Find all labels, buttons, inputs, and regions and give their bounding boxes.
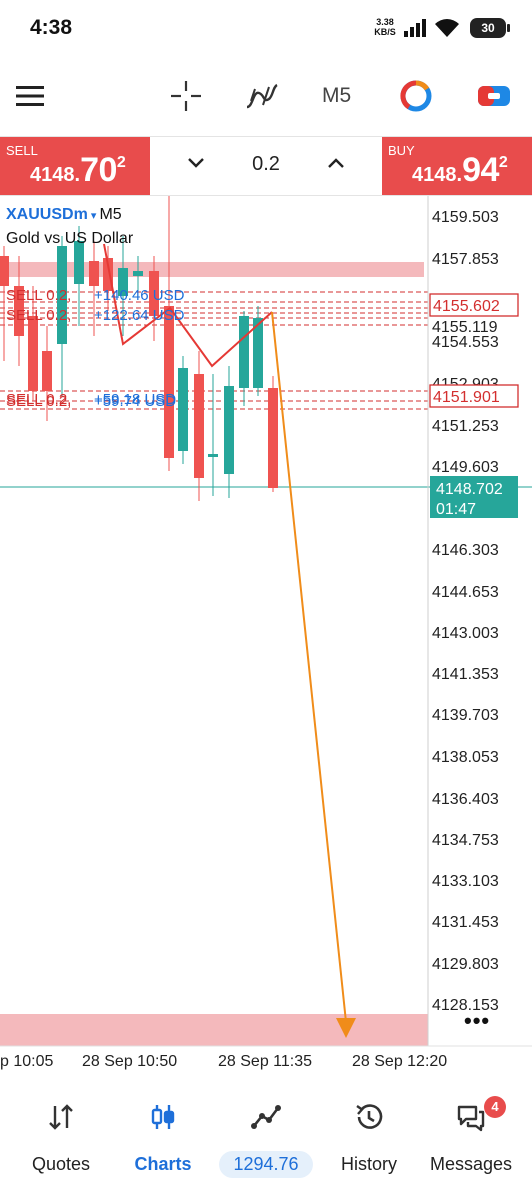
nav-messages-label: Messages — [429, 1154, 513, 1174]
messages-badge: 4 — [484, 1096, 506, 1118]
position-profit-label: +122.64 USD — [94, 307, 185, 324]
quotes-icon — [49, 1104, 73, 1130]
buy-price-sup: 2 — [498, 154, 508, 171]
bottom-navigation: Quotes Charts 1294.76 History 4 Messages — [0, 1086, 532, 1200]
buy-price: 4148.942 — [412, 151, 508, 190]
candle-bear — [268, 388, 278, 488]
price-axis-label: 4146.303 — [432, 542, 499, 559]
buy-price-main: 94 — [462, 151, 499, 189]
nav-history[interactable]: History — [316, 1098, 422, 1178]
order-price-label: 4155.602 — [433, 298, 500, 315]
charts-icon — [151, 1105, 175, 1129]
more-options-icon[interactable]: ••• — [464, 1008, 490, 1034]
price-axis-label: 4133.103 — [432, 873, 499, 890]
candle-bull — [239, 316, 249, 388]
network-speed-unit: KB/S — [374, 27, 396, 37]
nav-charts-label: Charts — [134, 1154, 192, 1174]
time-axis-label: 28 Sep 11:35 — [218, 1053, 312, 1070]
position-profit-label: +140.46 USD — [94, 287, 185, 304]
time-axis-label: 28 Sep 12:20 — [352, 1053, 447, 1070]
candle-bear — [0, 256, 9, 286]
lot-decrease-icon[interactable] — [184, 151, 208, 175]
candle-bear — [194, 374, 204, 478]
price-axis-label: 4139.703 — [432, 707, 499, 724]
candle-countdown-label: 01:47 — [436, 501, 476, 518]
chart-symbol: XAUUSDm — [6, 206, 88, 223]
price-axis-label: 4157.853 — [432, 251, 499, 268]
nav-history-label: History — [340, 1154, 397, 1174]
trade-equity-icon — [251, 1105, 281, 1129]
signal-icon — [404, 19, 426, 37]
network-speed-value: 3.38 — [376, 17, 394, 27]
price-axis-label: 4136.403 — [432, 791, 499, 808]
wifi-icon — [435, 19, 459, 37]
support-zone — [0, 1014, 428, 1046]
indicators-icon[interactable] — [244, 78, 280, 114]
projection-arrow — [271, 311, 347, 1023]
battery-icon: 30 — [470, 18, 510, 38]
price-axis-label: 4151.253 — [432, 418, 499, 435]
price-axis-label: 4129.803 — [432, 956, 499, 973]
crosshair-icon[interactable] — [168, 78, 204, 114]
lot-size-input[interactable]: 0.2 — [230, 153, 302, 176]
trade-icon[interactable] — [476, 78, 512, 114]
nav-charts[interactable]: Charts — [110, 1098, 216, 1178]
hamburger-menu-icon[interactable] — [12, 78, 48, 114]
one-click-trading-panel: SELL 4148.702 0.2 BUY 4148.942 — [0, 136, 532, 196]
chart-symbol-description: Gold vs US Dollar — [6, 230, 134, 247]
history-icon — [356, 1104, 383, 1129]
order-price-label: 4151.901 — [433, 389, 500, 406]
sell-price-sup: 2 — [116, 154, 126, 171]
color-scheme-icon[interactable] — [398, 78, 434, 114]
price-axis-label: 4154.553 — [432, 334, 499, 351]
candle-bear — [42, 351, 52, 391]
price-chart[interactable]: SELL 0.2, +140.46 USD SELL 0.2, +122.64 USD… — [0, 196, 532, 1082]
buy-button[interactable]: BUY 4148.942 — [382, 137, 532, 195]
sell-price-prefix: 4148. — [30, 164, 81, 186]
sell-button[interactable]: SELL 4148.702 — [0, 137, 150, 195]
candle-bear — [28, 316, 38, 391]
status-bar: 4:38 3.38 KB/S 30 — [0, 0, 532, 56]
candle-bull — [178, 368, 188, 451]
position-profit-label: +59.74 USD — [94, 393, 176, 410]
price-axis-label: 4149.603 — [432, 459, 499, 476]
price-axis-label: 4138.053 — [432, 749, 499, 766]
equity-value: 1294.76 — [219, 1151, 313, 1178]
price-axis-label: 4143.003 — [432, 625, 499, 642]
timeframe-selector[interactable]: M5 — [322, 84, 351, 108]
price-axis-label: 4144.653 — [432, 584, 499, 601]
position-side-label: SELL 0.2, — [6, 307, 71, 324]
chart-symbol-title[interactable]: XAUUSDm ▾ M5 — [6, 206, 122, 224]
candle-bull — [133, 271, 143, 276]
price-axis-label: 4141.353 — [432, 666, 499, 683]
messages-icon — [457, 1105, 485, 1132]
status-time: 4:38 — [30, 16, 73, 39]
chart-timeframe: M5 — [99, 206, 122, 223]
nav-messages[interactable]: 4 Messages — [418, 1096, 524, 1178]
sell-price: 4148.702 — [30, 151, 126, 190]
buy-price-prefix: 4148. — [412, 164, 463, 186]
candle-bull — [208, 454, 218, 457]
nav-quotes[interactable]: Quotes — [8, 1098, 114, 1178]
price-axis-label: 4159.503 — [432, 209, 499, 226]
chart-toolbar: M5 — [0, 64, 532, 128]
sell-price-main: 70 — [80, 151, 117, 189]
nav-quotes-label: Quotes — [31, 1154, 91, 1174]
chart-canvas[interactable]: SELL 0.2, +140.46 USD SELL 0.2, +122.64 USD… — [0, 196, 532, 1082]
position-side-label: SELL 0.2, — [6, 393, 71, 410]
position-side-label: SELL 0.2, — [6, 287, 71, 304]
price-axis-label: 4134.753 — [432, 832, 499, 849]
time-axis-label: 28 Sep 10:50 — [82, 1053, 177, 1070]
candle-bull — [224, 386, 234, 474]
candle-bear — [89, 261, 99, 286]
lot-increase-icon[interactable] — [324, 151, 348, 175]
buy-label: BUY — [388, 143, 415, 158]
time-axis-label: p 10:05 — [0, 1053, 53, 1070]
current-price-label: 4148.702 — [436, 481, 503, 498]
network-speed: 3.38 KB/S — [370, 17, 400, 37]
price-axis-label: 4131.453 — [432, 914, 499, 931]
nav-trade[interactable]: 1294.76 — [213, 1098, 319, 1178]
candle-bear — [164, 306, 174, 458]
